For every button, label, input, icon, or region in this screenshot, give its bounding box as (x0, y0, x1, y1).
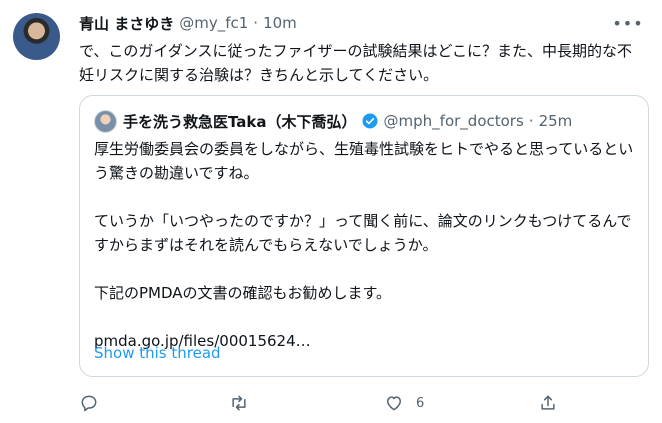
quoted-paragraph: ていうか「いつやったのですか？」って聞く前に、論文のリンクもつけてるんですからま… (94, 212, 632, 254)
more-options-icon[interactable]: ••• (612, 12, 642, 34)
share-button[interactable] (538, 390, 558, 416)
quoted-author-handle: @mph_for_doctors (383, 112, 524, 130)
retweet-button[interactable] (229, 390, 249, 416)
like-count: 6 (416, 395, 425, 411)
quoted-author-name: 手を洗う救急医Taka（木下喬弘） (123, 112, 357, 131)
tweet-time[interactable]: 10m (263, 14, 297, 32)
quoted-paragraph: 下記のPMDAの文書の確認もお勧めします。 (94, 284, 392, 302)
tweet-actions: 6 (79, 390, 639, 416)
share-icon (541, 395, 555, 410)
retweet-icon (232, 395, 246, 411)
quoted-tweet-header: 手を洗う救急医Taka（木下喬弘） @mph_for_doctors · 25m (94, 109, 573, 133)
separator: · (253, 14, 259, 32)
quoted-tweet-text: 厚生労働委員会の委員をしながら、生殖毒性試験をヒトでやると思っているという驚きの… (94, 137, 634, 353)
reply-button[interactable] (79, 390, 99, 416)
show-thread-link[interactable]: Show this thread (94, 344, 221, 362)
like-button[interactable]: 6 (384, 390, 424, 416)
author-name[interactable]: 青山 まさゆき (79, 13, 174, 34)
heart-icon (387, 396, 401, 411)
quoted-tweet[interactable]: 手を洗う救急医Taka（木下喬弘） @mph_for_doctors · 25m… (79, 95, 649, 377)
author-avatar[interactable] (13, 13, 60, 60)
author-handle[interactable]: @my_fc1 (179, 14, 248, 32)
quoted-author-avatar (94, 109, 117, 133)
tweet-text: で、このガイダンスに従ったファイザーの試験結果はどこに？また、中長期的な不妊リス… (79, 42, 633, 84)
reply-icon (81, 395, 97, 412)
quoted-paragraph: 厚生労働委員会の委員をしながら、生殖毒性試験をヒトでやると思っているという驚きの… (94, 140, 634, 182)
verified-badge-icon (362, 113, 378, 129)
tweet-header: 青山 まさゆき @my_fc1 · 10m (79, 12, 622, 34)
quoted-tweet-time: 25m (538, 112, 573, 130)
quoted-separator: · (528, 112, 534, 130)
